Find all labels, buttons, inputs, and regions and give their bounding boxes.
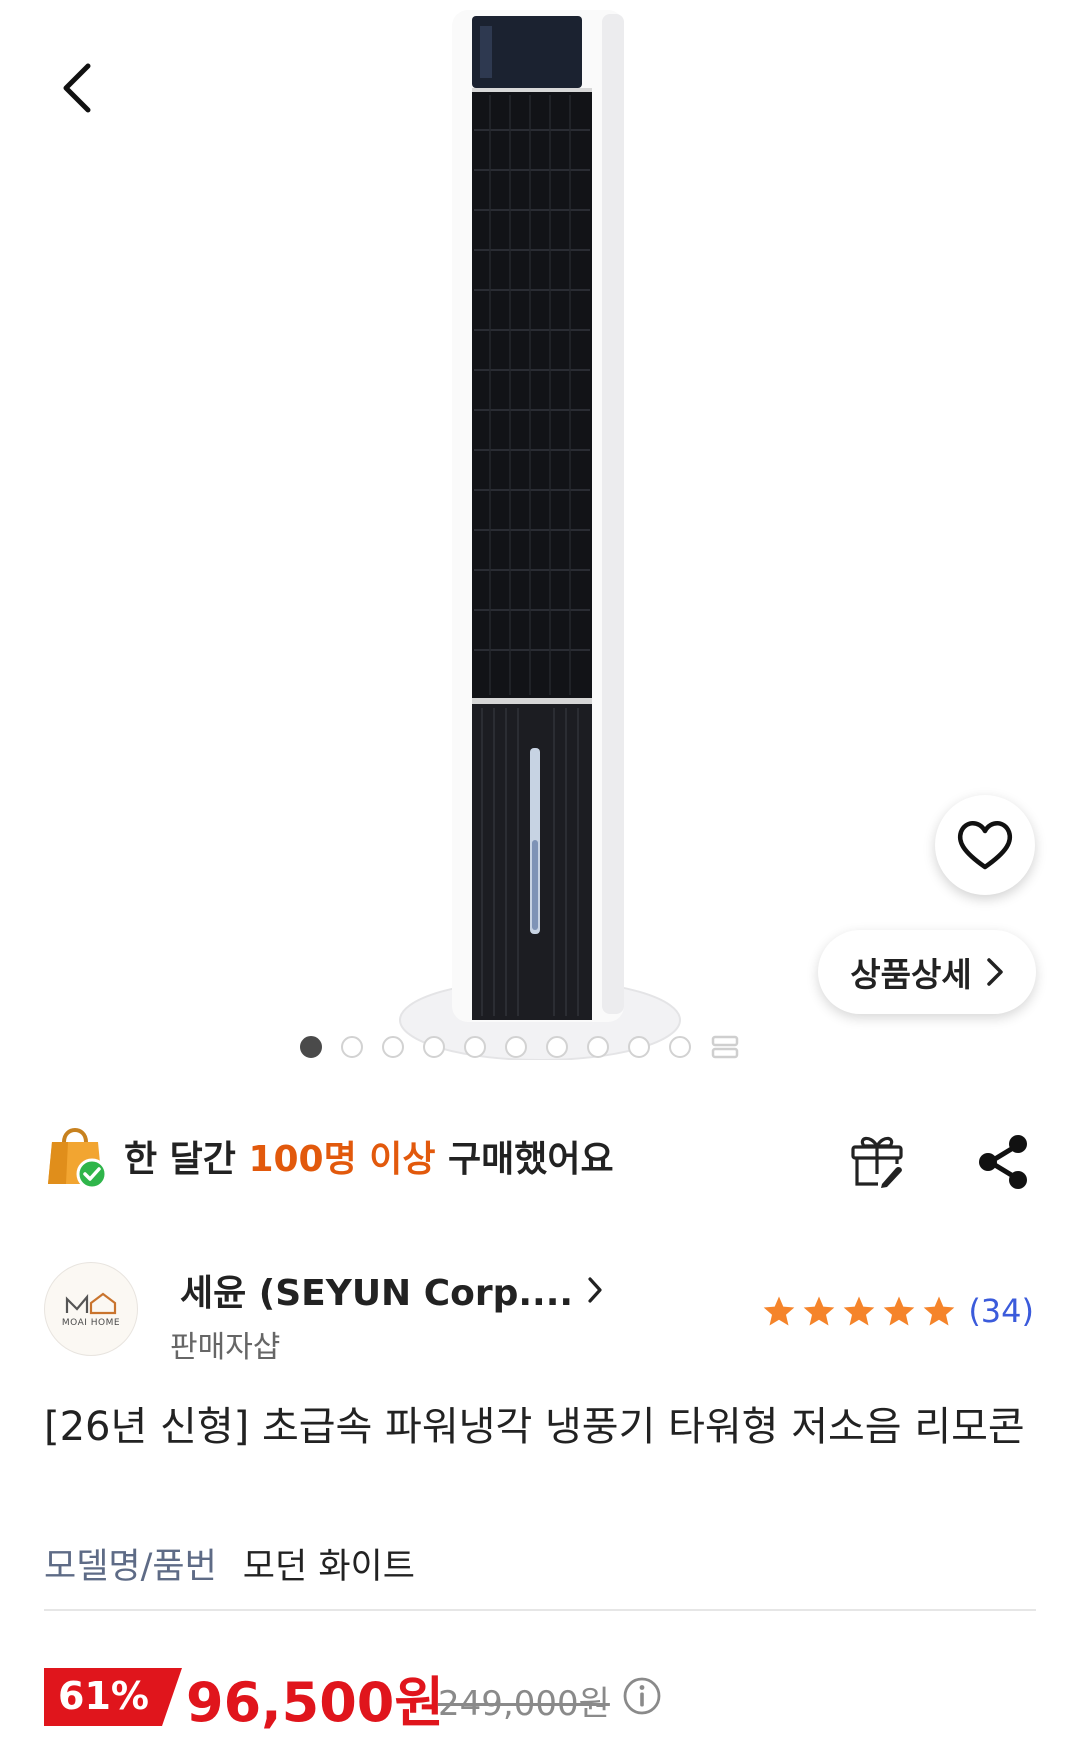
product-gallery[interactable]: 상품상세 [0,0,1080,1070]
shopping-bag-check-icon [48,1128,108,1190]
gallery-dot[interactable] [546,1036,568,1058]
seller-info: MOAI HOME 세윤 (SEYUN Corp.... 판매자샵 (34) [44,1262,1044,1365]
discount-badge: 61% [44,1668,182,1726]
star-icon [804,1296,835,1325]
back-arrow-icon[interactable] [50,58,110,118]
gallery-dot[interactable] [341,1036,363,1058]
chevron-right-icon [986,958,1003,986]
seller-logo[interactable]: MOAI HOME [44,1262,138,1356]
gallery-dot[interactable] [382,1036,404,1058]
heart-icon [957,821,1013,870]
purchase-suffix: 구매했어요 [435,1139,614,1180]
seller-logo-text: MOAI HOME [61,1317,121,1328]
sale-price: 96,500원 [186,1671,445,1734]
seller-type: 판매자샵 [170,1330,281,1365]
gallery-pagination [300,1032,740,1062]
original-price: 249,000원 [438,1684,610,1724]
info-icon[interactable] [622,1676,662,1716]
product-title: [26년 신형] 초급속 파워냉각 냉풍기 타워형 저소음 리모콘 [44,1404,1025,1450]
gallery-dot[interactable] [587,1036,609,1058]
product-detail-button[interactable]: 상품상세 [818,930,1036,1014]
gallery-dot[interactable] [669,1036,691,1058]
gallery-more-icon[interactable] [710,1034,740,1060]
discount-rate: 61% [58,1674,149,1718]
star-icon [884,1296,915,1325]
gallery-dot[interactable] [505,1036,527,1058]
seller-name-link[interactable]: 세윤 (SEYUN Corp.... [180,1264,603,1316]
star-icon [924,1296,955,1325]
gallery-dot[interactable] [628,1036,650,1058]
purchase-count-text: 한 달간 100명 이상 구매했어요 [124,1130,614,1182]
gift-icon[interactable] [848,1132,906,1190]
seller-name: 세윤 (SEYUN Corp.... [180,1273,574,1314]
gallery-dot[interactable] [464,1036,486,1058]
star-icon [844,1296,875,1325]
star-icon [764,1296,795,1325]
rating[interactable]: (34) [762,1292,1034,1330]
model-value: 모던 화이트 [242,1547,415,1587]
gallery-dot[interactable] [423,1036,445,1058]
chevron-right-icon [588,1277,602,1303]
review-count: (34) [968,1292,1034,1330]
model-info: 모델명/품번 모던 화이트 [44,1538,415,1589]
gallery-dot[interactable] [300,1036,322,1058]
product-detail-label: 상품상세 [850,955,972,994]
purchase-count-row: 한 달간 100명 이상 구매했어요 [46,1122,1046,1198]
product-image [399,10,681,1060]
divider [44,1609,1036,1611]
purchase-prefix: 한 달간 [124,1139,249,1180]
purchase-highlight: 100명 이상 [248,1139,436,1180]
share-icon[interactable] [976,1132,1032,1192]
price-row: 61% 96,500원 249,000원 [44,1662,1044,1734]
wishlist-button[interactable] [935,795,1035,895]
model-label: 모델명/품번 [44,1547,217,1587]
moai-home-logo-icon [65,1292,117,1314]
